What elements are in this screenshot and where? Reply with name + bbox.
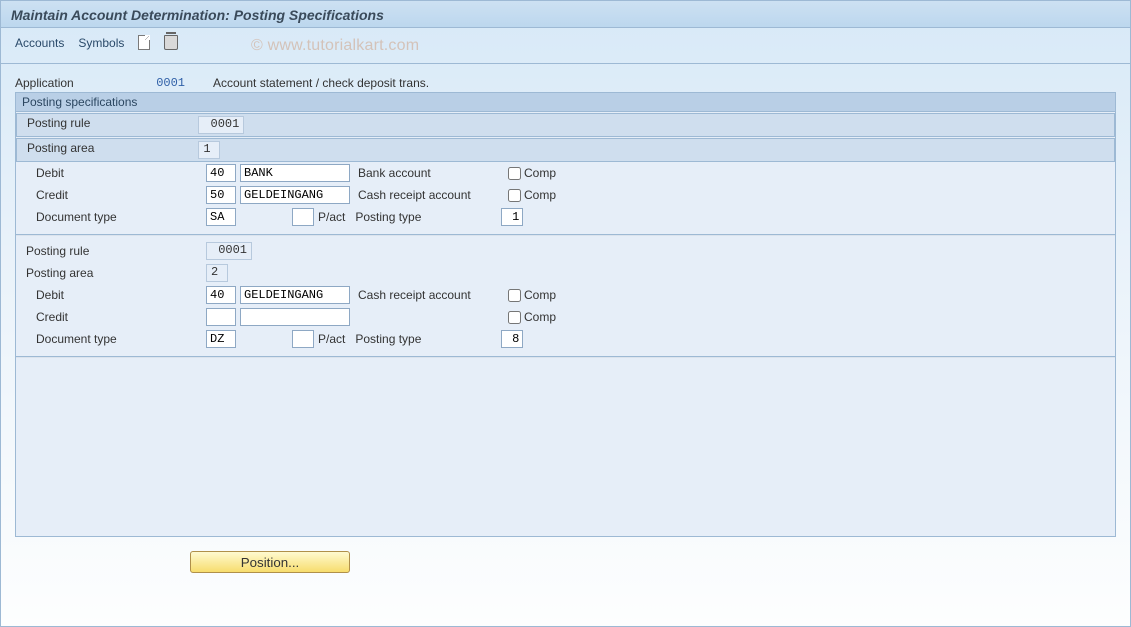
application-value: 0001 xyxy=(145,76,185,90)
panel-empty-area xyxy=(26,362,1105,524)
debit-symbol-input[interactable] xyxy=(240,286,350,304)
debit-text: Cash receipt account xyxy=(358,288,508,302)
debit-row: Debit Bank account Comp xyxy=(26,162,1105,184)
credit-symbol-input[interactable] xyxy=(240,186,350,204)
position-button[interactable]: Position... xyxy=(190,551,350,573)
application-description: Account statement / check deposit trans. xyxy=(213,76,429,90)
posting-area-row: Posting area 1 xyxy=(16,138,1115,162)
credit-comp-checkbox[interactable] xyxy=(508,189,521,202)
posting-rule-value: 0001 xyxy=(198,116,244,134)
separator xyxy=(16,356,1115,358)
pact-input[interactable] xyxy=(292,208,314,226)
debit-key-input[interactable] xyxy=(206,286,236,304)
credit-key-input[interactable] xyxy=(206,186,236,204)
credit-row: Credit Cash receipt account Comp xyxy=(26,184,1105,206)
pact-label: P/act xyxy=(318,332,345,346)
debit-comp-label: Comp xyxy=(524,166,556,180)
posting-type-label: Posting type xyxy=(355,210,501,224)
debit-comp-label: Comp xyxy=(524,288,556,302)
debit-comp-checkbox[interactable] xyxy=(508,289,521,302)
posting-rule-row: Posting rule 0001 xyxy=(16,113,1115,137)
credit-symbol-input[interactable] xyxy=(240,308,350,326)
credit-comp-label: Comp xyxy=(524,310,556,324)
credit-comp-checkbox[interactable] xyxy=(508,311,521,324)
pact-label: P/act xyxy=(318,210,345,224)
separator xyxy=(16,234,1115,236)
credit-label: Credit xyxy=(36,188,206,202)
posting-area-row: Posting area 2 xyxy=(26,262,1105,284)
debit-label: Debit xyxy=(36,166,206,180)
application-label: Application xyxy=(15,76,135,90)
credit-comp-label: Comp xyxy=(524,188,556,202)
posting-rule-value: 0001 xyxy=(206,242,252,260)
doctype-row: Document type P/act Posting type xyxy=(26,328,1105,350)
posting-area-value: 1 xyxy=(198,141,220,159)
credit-row: Credit Comp xyxy=(26,306,1105,328)
credit-label: Credit xyxy=(36,310,206,324)
posting-spec-panel: Posting specifications Posting rule 0001… xyxy=(15,92,1116,537)
posting-type-label: Posting type xyxy=(355,332,501,346)
application-row: Application 0001 Account statement / che… xyxy=(1,64,1130,92)
credit-key-input[interactable] xyxy=(206,308,236,326)
page-title: Maintain Account Determination: Posting … xyxy=(11,7,1120,23)
posting-rule-label: Posting rule xyxy=(26,244,206,258)
doctype-input[interactable] xyxy=(206,208,236,226)
credit-text: Cash receipt account xyxy=(358,188,508,202)
debit-comp-checkbox[interactable] xyxy=(508,167,521,180)
title-bar: Maintain Account Determination: Posting … xyxy=(1,1,1130,28)
debit-symbol-input[interactable] xyxy=(240,164,350,182)
trash-icon[interactable] xyxy=(164,35,178,50)
sap-window: Maintain Account Determination: Posting … xyxy=(0,0,1131,627)
panel-body: Posting rule 0001 Posting area 1 Debit B… xyxy=(16,113,1115,536)
toolbar: Accounts Symbols xyxy=(1,28,1130,64)
posting-area-label: Posting area xyxy=(27,141,195,155)
debit-label: Debit xyxy=(36,288,206,302)
panel-title: Posting specifications xyxy=(16,93,1115,112)
posting-rule-row: Posting rule 0001 xyxy=(26,240,1105,262)
new-document-icon[interactable] xyxy=(138,35,150,50)
footer: Position... xyxy=(1,547,1130,591)
symbols-link[interactable]: Symbols xyxy=(78,36,124,50)
debit-row: Debit Cash receipt account Comp xyxy=(26,284,1105,306)
posting-type-input[interactable] xyxy=(501,330,523,348)
accounts-link[interactable]: Accounts xyxy=(15,36,64,50)
pact-input[interactable] xyxy=(292,330,314,348)
posting-area-label: Posting area xyxy=(26,266,206,280)
debit-text: Bank account xyxy=(358,166,508,180)
doctype-label: Document type xyxy=(36,332,206,346)
debit-key-input[interactable] xyxy=(206,164,236,182)
posting-area-value: 2 xyxy=(206,264,228,282)
doctype-row: Document type P/act Posting type xyxy=(26,206,1105,228)
posting-type-input[interactable] xyxy=(501,208,523,226)
doctype-label: Document type xyxy=(36,210,206,224)
posting-rule-label: Posting rule xyxy=(27,116,195,130)
doctype-input[interactable] xyxy=(206,330,236,348)
